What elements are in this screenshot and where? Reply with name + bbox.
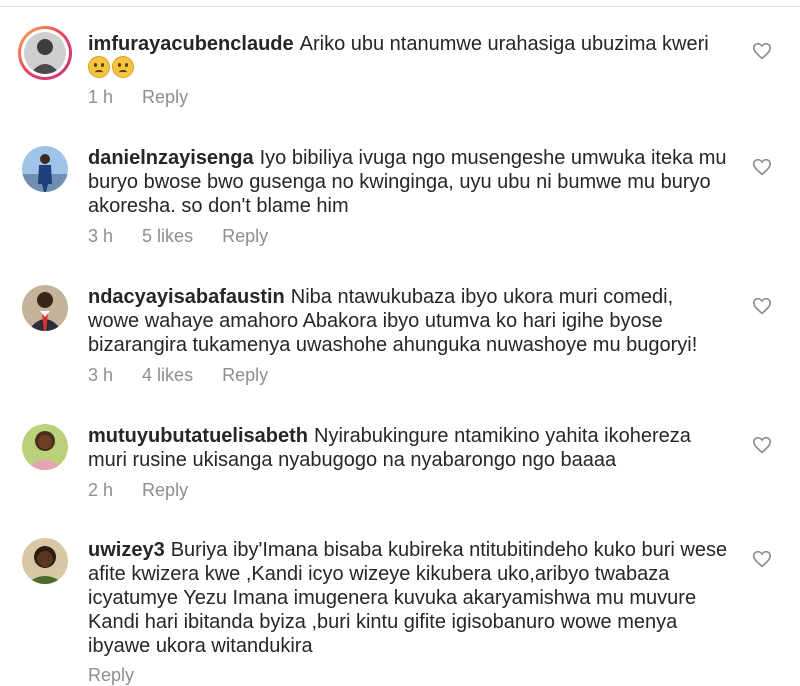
comment-meta: 1 h Reply [88,86,212,108]
comment-username[interactable]: ndacyayisabafaustin [88,286,285,308]
like-count[interactable]: 5 likes [142,226,193,246]
reply-button[interactable]: Reply [222,365,268,385]
comment-text: imfurayacubenclaude Ariko ubu ntanumwe ur… [88,32,728,80]
avatar[interactable] [22,285,68,331]
comment-time: 3 h [88,365,114,385]
avatar[interactable] [22,424,68,470]
avatar[interactable] [22,146,68,192]
comment-text: ndacyayisabafaustin Niba ntawukubaza ibyo… [88,285,728,357]
top-divider [0,0,800,8]
heart-outline-icon[interactable] [752,158,772,176]
reply-button[interactable]: Reply [142,480,188,500]
avatar[interactable] [22,538,68,584]
heart-outline-icon[interactable] [752,297,772,315]
comment-meta: 2 h Reply [88,479,212,501]
avatar [24,32,66,74]
comment-meta: 3 h 4 likes Reply [88,364,292,386]
avatar-story-ring[interactable] [18,26,72,80]
comment-body: Buriya iby'Imana bisaba kubireka ntitubi… [88,539,728,657]
comment-username[interactable]: uwizey3 [88,539,165,561]
crying-face-icon [112,56,134,78]
comment-username[interactable]: imfurayacubenclaude [88,33,294,55]
reply-button[interactable]: Reply [88,665,134,685]
comment-username[interactable]: mutuyubutatuelisabeth [88,425,308,447]
comment-meta: 3 h 5 likes Reply [88,225,292,247]
comment-time: 1 h [88,87,114,107]
comment-text: uwizey3 Buriya iby'Imana bisaba kubireka … [88,538,728,658]
comment-text: danielnzayisenga Iyo bibiliya ivuga ngo m… [88,146,728,218]
like-count[interactable]: 4 likes [142,365,193,385]
heart-outline-icon[interactable] [752,436,772,454]
comment-time: 3 h [88,226,114,246]
comment-text: mutuyubutatuelisabeth Nyirabukingure ntam… [88,424,728,472]
crying-face-icon [88,56,110,78]
heart-outline-icon[interactable] [752,42,772,60]
comment-body: Ariko ubu ntanumwe urahasiga ubuzima kwe… [299,33,709,55]
comment-meta: Reply [88,664,158,686]
reply-button[interactable]: Reply [222,226,268,246]
comment-time: 2 h [88,480,114,500]
reply-button[interactable]: Reply [142,87,188,107]
heart-outline-icon[interactable] [752,550,772,568]
comment-username[interactable]: danielnzayisenga [88,147,254,169]
